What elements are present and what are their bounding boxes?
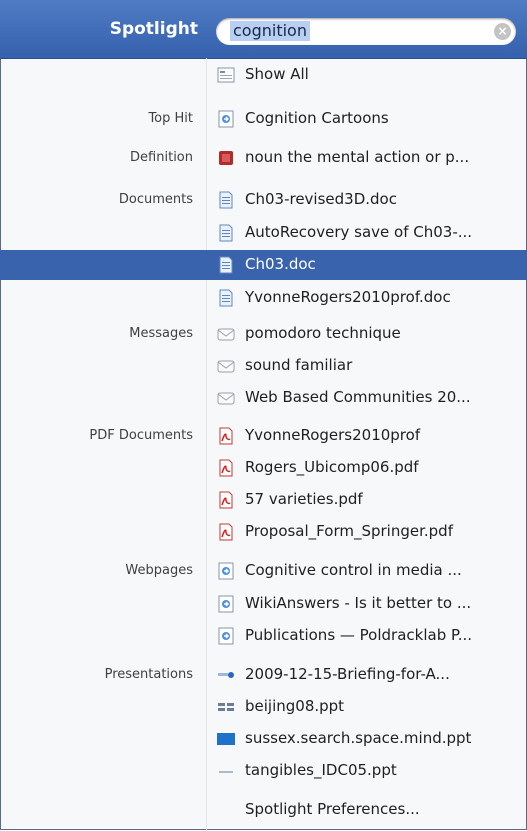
result-item[interactable]: Rogers_Ubicomp06.pdf [0,453,527,483]
result-item[interactable]: Proposal_Form_Springer.pdf [0,517,527,547]
result-label: pomodoro technique [245,324,401,342]
mail-message-icon [217,325,235,343]
result-label: YvonneRogers2010prof.doc [245,288,451,306]
result-item[interactable]: AutoRecovery save of Ch03-... [0,218,527,248]
result-item[interactable]: YvonneRogers2010prof.doc [0,283,527,313]
result-item[interactable]: Ch03.doc [0,250,527,280]
webpage-icon [217,627,235,645]
result-item[interactable]: Messages pomodoro technique [0,319,527,349]
spotlight-header: Spotlight cognition × [0,0,527,59]
show-all-icon [217,66,235,84]
result-item[interactable]: Webpages Cognitive control in media ... [0,556,527,586]
result-label: Spotlight Preferences... [245,800,420,818]
result-item[interactable]: sound familiar [0,351,527,381]
result-item[interactable]: WikiAnswers - Is it better to ... [0,589,527,619]
word-document-icon [217,191,235,209]
category-label: Documents [118,192,193,207]
result-label: Ch03.doc [245,255,316,273]
result-label: tangibles_IDC05.ppt [245,761,397,779]
result-item[interactable]: Documents Ch03-revised3D.doc [0,185,527,215]
result-label: Proposal_Form_Springer.pdf [245,522,453,540]
result-item[interactable]: 57 varieties.pdf [0,485,527,515]
webpage-icon [217,562,235,580]
clear-search-icon[interactable]: × [494,23,511,40]
result-label: noun the mental action or p... [245,148,470,166]
result-label: sussex.search.space.mind.ppt [245,729,472,747]
search-query[interactable]: cognition [230,21,310,41]
search-input[interactable]: cognition × [216,18,516,45]
result-label: Cognition Cartoons [245,109,389,127]
result-label: sound familiar [245,356,353,374]
result-item[interactable]: Web Based Communities 20... [0,383,527,413]
result-label: 2009-12-15-Briefing-for-A... [245,665,450,683]
result-label: Rogers_Ubicomp06.pdf [245,458,419,476]
result-label: YvonneRogers2010prof [245,426,421,444]
result-label: AutoRecovery save of Ch03-... [245,223,473,241]
result-item[interactable]: tangibles_IDC05.ppt [0,756,527,786]
category-label: Webpages [125,563,193,578]
result-label: Cognitive control in media ... [245,561,462,579]
result-item[interactable]: Top Hit Cognition Cartoons [0,104,527,134]
mail-message-icon [217,389,235,407]
result-label: Web Based Communities 20... [245,388,471,406]
pdf-icon [217,523,235,541]
word-document-icon [217,256,235,274]
category-label: Definition [130,150,193,165]
category-label: PDF Documents [89,428,193,443]
webpage-icon [217,110,235,128]
pdf-icon [217,491,235,509]
presentation-icon [217,762,235,780]
word-document-icon [217,289,235,307]
result-label: beijing08.ppt [245,697,345,715]
result-item[interactable]: beijing08.ppt [0,692,527,722]
mail-message-icon [217,357,235,375]
dictionary-icon [217,149,235,167]
show-all-item[interactable]: Show All [0,60,527,90]
result-item[interactable]: sussex.search.space.mind.ppt [0,724,527,754]
presentation-icon [217,666,235,684]
pdf-icon [217,459,235,477]
result-label: Ch03-revised3D.doc [245,190,397,208]
presentation-icon [217,730,235,748]
spotlight-title: Spotlight [109,19,198,39]
pdf-icon [217,427,235,445]
result-label: Show All [245,65,309,83]
webpage-icon [217,595,235,613]
category-label: Messages [129,326,193,341]
word-document-icon [217,224,235,242]
result-item[interactable]: Publications — Poldracklab P... [0,621,527,651]
result-item[interactable]: Presentations 2009-12-15-Briefing-for-A..… [0,660,527,690]
category-label: Presentations [104,667,193,682]
result-label: 57 varieties.pdf [245,490,363,508]
result-label: Publications — Poldracklab P... [245,626,472,644]
category-label: Top Hit [148,111,193,126]
result-item[interactable]: Definition noun the mental action or p... [0,143,527,173]
presentation-icon [217,698,235,716]
spotlight-preferences-item[interactable]: Spotlight Preferences... [0,795,527,825]
result-label: WikiAnswers - Is it better to ... [245,594,472,612]
result-item[interactable]: PDF Documents YvonneRogers2010prof [0,421,527,451]
